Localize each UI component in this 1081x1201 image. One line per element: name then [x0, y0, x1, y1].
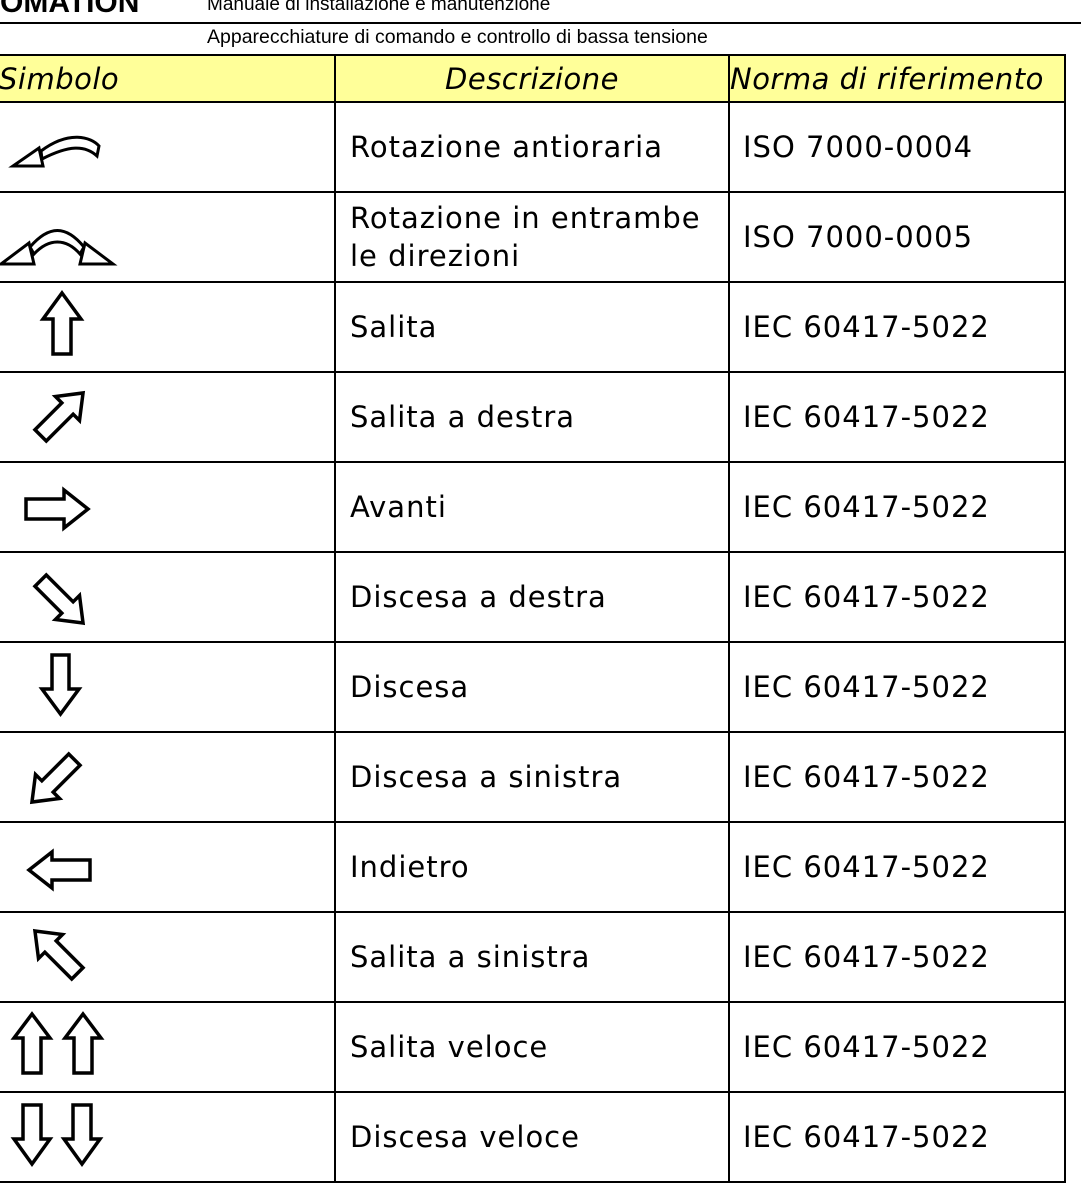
column-header-description: Descrizione [334, 54, 730, 103]
table-row: Discesa a destra IEC 60417-5022 [0, 551, 1066, 643]
table-row: Discesa a sinistra IEC 60417-5022 [0, 731, 1066, 823]
arrow-down-right-icon [32, 572, 86, 626]
arrow-left-icon [26, 848, 92, 892]
norm-cell: IEC 60417-5022 [728, 551, 1066, 643]
symbol-cell [0, 281, 336, 373]
description-cell: Avanti [334, 461, 730, 553]
symbols-table: Simbolo Descrizione Norma di riferimento… [0, 54, 1066, 1183]
table-row: Discesa veloce IEC 60417-5022 [0, 1091, 1066, 1183]
table-row: Rotazione antioraria ISO 7000-0004 [0, 101, 1066, 193]
double-arrow-up-icon [10, 1011, 105, 1075]
symbol-cell [0, 641, 336, 733]
column-header-norm: Norma di riferimento [728, 54, 1066, 103]
arrow-up-right-icon [32, 390, 86, 444]
arrow-right-icon [24, 486, 91, 532]
symbol-cell [0, 1001, 336, 1093]
table-row: Salita IEC 60417-5022 [0, 281, 1066, 373]
norm-cell: IEC 60417-5022 [728, 371, 1066, 463]
table-row: Discesa IEC 60417-5022 [0, 641, 1066, 733]
arrow-down-icon [38, 653, 83, 717]
symbol-cell [0, 821, 336, 913]
norm-cell: IEC 60417-5022 [728, 461, 1066, 553]
arrow-down-left-icon [29, 751, 83, 805]
brand-name: OMATION [0, 0, 140, 19]
symbol-cell [0, 371, 336, 463]
description-cell: Discesa [334, 641, 730, 733]
norm-cell: IEC 60417-5022 [728, 911, 1066, 1003]
arrow-up-icon [39, 290, 85, 356]
symbol-cell [0, 731, 336, 823]
norm-cell: IEC 60417-5022 [728, 281, 1066, 373]
rotate-counterclockwise-icon [8, 135, 101, 168]
norm-cell: IEC 60417-5022 [728, 1091, 1066, 1183]
description-cell: Rotazione in entrambe le direzioni [334, 191, 730, 283]
table-row: Salita a destra IEC 60417-5022 [0, 371, 1066, 463]
description-cell: Rotazione antioraria [334, 101, 730, 193]
double-arrow-down-icon [10, 1103, 104, 1167]
table-row: Salita veloce IEC 60417-5022 [0, 1001, 1066, 1093]
table-row: Salita a sinistra IEC 60417-5022 [0, 911, 1066, 1003]
section-title: Apparecchiature di comando e controllo d… [207, 26, 708, 48]
description-cell: Discesa a destra [334, 551, 730, 643]
header-divider [0, 22, 1081, 24]
symbol-cell [0, 191, 336, 283]
table-header-row: Simbolo Descrizione Norma di riferimento [0, 54, 1066, 103]
norm-cell: IEC 60417-5022 [728, 821, 1066, 913]
description-cell: Salita a destra [334, 371, 730, 463]
norm-cell: IEC 60417-5022 [728, 1001, 1066, 1093]
symbol-cell [0, 551, 336, 643]
manual-title: Manuale di installazione e manutenzione [207, 0, 551, 15]
symbol-cell [0, 1091, 336, 1183]
description-cell: Salita veloce [334, 1001, 730, 1093]
description-cell: Salita a sinistra [334, 911, 730, 1003]
norm-cell: ISO 7000-0004 [728, 101, 1066, 193]
symbol-cell [0, 101, 336, 193]
norm-cell: ISO 7000-0005 [728, 191, 1066, 283]
norm-cell: IEC 60417-5022 [728, 731, 1066, 823]
description-cell: Indietro [334, 821, 730, 913]
arrow-up-left-icon [32, 928, 86, 982]
column-header-symbol: Simbolo [0, 54, 336, 103]
table-row: Avanti IEC 60417-5022 [0, 461, 1066, 553]
symbol-cell [0, 911, 336, 1003]
rotate-both-directions-icon [0, 229, 118, 266]
table-row: Rotazione in entrambe le direzioni ISO 7… [0, 191, 1066, 283]
description-cell: Discesa veloce [334, 1091, 730, 1183]
table-row: Indietro IEC 60417-5022 [0, 821, 1066, 913]
norm-cell: IEC 60417-5022 [728, 641, 1066, 733]
description-cell: Discesa a sinistra [334, 731, 730, 823]
symbol-cell [0, 461, 336, 553]
description-cell: Salita [334, 281, 730, 373]
